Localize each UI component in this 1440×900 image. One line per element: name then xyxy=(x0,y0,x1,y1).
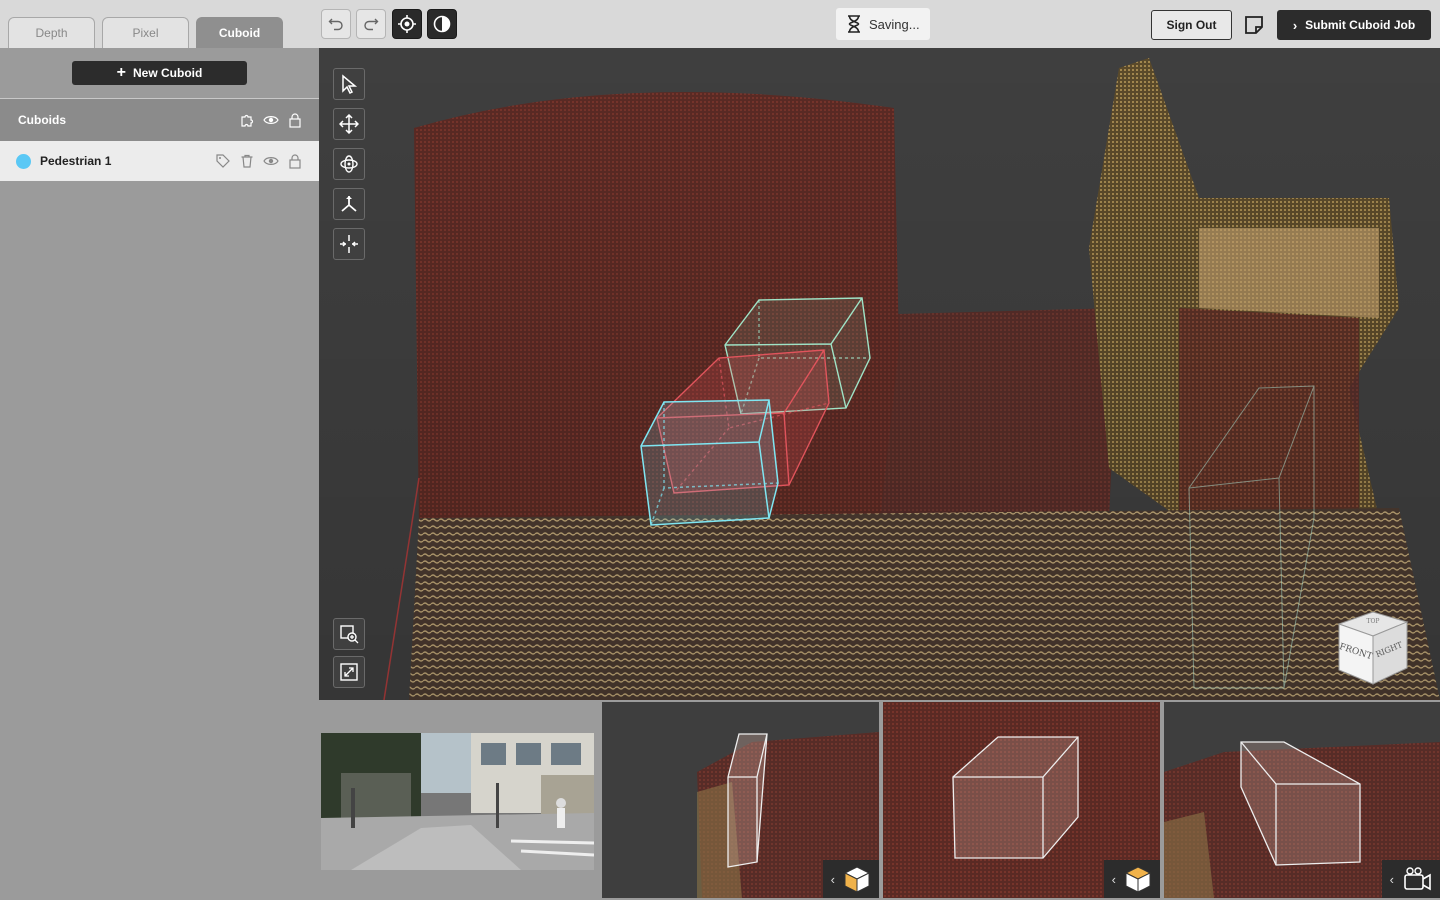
center-icon xyxy=(340,235,358,253)
chevron-left-icon[interactable]: ‹ xyxy=(1390,872,1394,887)
camera-icon[interactable] xyxy=(1402,866,1432,892)
submit-label: Submit Cuboid Job xyxy=(1305,18,1416,32)
front-view-controls: ‹ xyxy=(1381,860,1440,898)
contrast-button[interactable] xyxy=(427,9,457,39)
eye-icon[interactable] xyxy=(263,153,279,169)
sticky-note-icon[interactable] xyxy=(1244,15,1264,35)
tab-depth[interactable]: Depth xyxy=(8,17,95,48)
zoom-region-icon xyxy=(340,625,359,644)
new-cuboid-label: New Cuboid xyxy=(133,66,203,80)
contrast-icon xyxy=(433,15,451,33)
sign-out-button[interactable]: Sign Out xyxy=(1151,10,1232,40)
select-tool-button[interactable] xyxy=(333,68,365,100)
front-view-panel[interactable]: ‹ xyxy=(1164,702,1440,898)
redo-icon xyxy=(364,18,379,31)
puzzle-icon[interactable] xyxy=(239,112,255,128)
hourglass-icon xyxy=(848,15,860,33)
view-cube[interactable]: FRONT RIGHT TOP xyxy=(1333,606,1413,686)
list-item-cuboid[interactable]: Pedestrian 1 xyxy=(0,141,319,181)
crosshair-icon xyxy=(398,15,416,33)
cube-icon[interactable] xyxy=(1124,865,1152,893)
rotate-tool-button[interactable] xyxy=(333,148,365,180)
move-icon xyxy=(339,114,359,134)
side-view-controls: ‹ xyxy=(822,860,879,898)
focus-button[interactable] xyxy=(392,9,422,39)
top-view-controls: ‹ xyxy=(1103,860,1160,898)
chevron-right-icon: › xyxy=(1292,17,1298,33)
eye-icon[interactable] xyxy=(263,112,279,128)
point-cloud-viewport[interactable]: FRONT RIGHT TOP xyxy=(319,48,1440,700)
zoom-region-button[interactable] xyxy=(333,618,365,650)
fit-view-button[interactable] xyxy=(333,656,365,688)
center-tool-button[interactable] xyxy=(333,228,365,260)
lock-icon[interactable] xyxy=(287,112,303,128)
new-cuboid-button[interactable]: + New Cuboid xyxy=(72,61,247,85)
cuboids-section-header: Cuboids xyxy=(0,98,319,141)
side-view-panel[interactable]: ‹ xyxy=(602,702,879,898)
section-title: Cuboids xyxy=(18,113,66,127)
cuboid-label: Pedestrian 1 xyxy=(40,154,112,168)
tab-cuboid[interactable]: Cuboid xyxy=(196,17,283,48)
chevron-left-icon[interactable]: ‹ xyxy=(831,872,835,887)
point-cloud-scene xyxy=(319,48,1440,700)
top-bar: Depth Pixel Cuboid Saving... Sign Out › … xyxy=(0,0,1440,48)
bottom-panels: ‹ ‹ ‹ xyxy=(319,700,1440,900)
top-view-panel[interactable]: ‹ xyxy=(883,702,1160,898)
saving-label: Saving... xyxy=(869,16,920,32)
undo-button[interactable] xyxy=(321,9,351,39)
trash-icon[interactable] xyxy=(239,153,255,169)
undo-icon xyxy=(328,18,343,31)
submit-job-button[interactable]: › Submit Cuboid Job xyxy=(1277,10,1431,40)
move-tool-button[interactable] xyxy=(333,108,365,140)
tag-icon[interactable] xyxy=(215,153,231,169)
color-dot xyxy=(16,153,31,169)
lock-icon[interactable] xyxy=(287,153,303,169)
redo-button[interactable] xyxy=(356,9,386,39)
axis-icon xyxy=(341,196,357,212)
rotate-icon xyxy=(340,155,358,173)
view-cube-top-label: TOP xyxy=(1367,618,1380,625)
cuboid-cyan xyxy=(640,399,779,526)
axis-tool-button[interactable] xyxy=(333,188,365,220)
fit-view-icon xyxy=(340,663,358,681)
cube-icon[interactable] xyxy=(843,865,871,893)
camera-image[interactable] xyxy=(321,733,594,870)
saving-indicator: Saving... xyxy=(836,8,930,40)
plus-icon: + xyxy=(116,64,126,81)
tab-pixel[interactable]: Pixel xyxy=(102,17,189,48)
mode-tabs: Depth Pixel Cuboid xyxy=(8,17,283,48)
chevron-left-icon[interactable]: ‹ xyxy=(1112,872,1116,887)
sidebar: + New Cuboid Cuboids Pedestrian 1 xyxy=(0,48,319,900)
select-icon xyxy=(342,74,358,94)
